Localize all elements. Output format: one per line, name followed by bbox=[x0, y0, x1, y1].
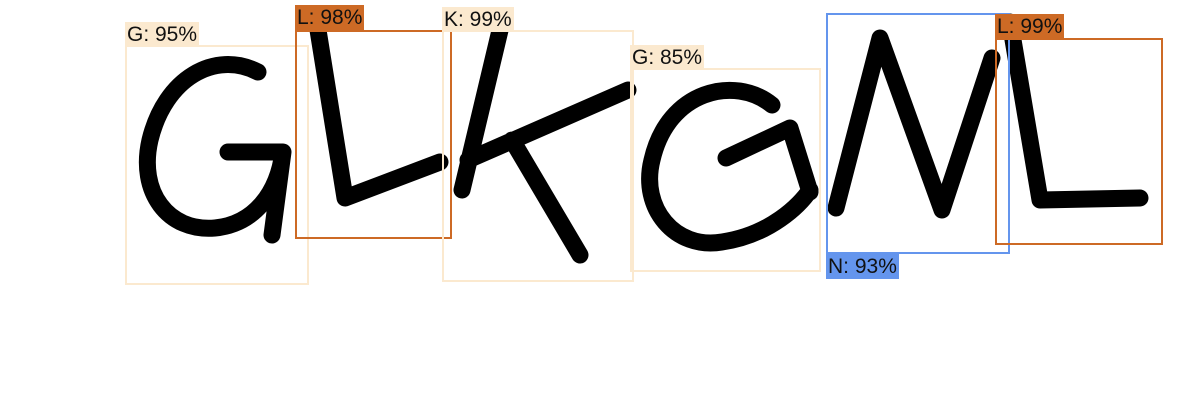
detection-box-6 bbox=[995, 38, 1163, 245]
detection-scene: G: 95% L: 98% K: 99% G: 85% N: 93% L: 99% bbox=[0, 0, 1200, 420]
detection-label-1: G: 95% bbox=[125, 22, 200, 47]
detection-box-3 bbox=[442, 30, 634, 282]
detection-box-4 bbox=[630, 68, 821, 272]
detection-label-4: G: 85% bbox=[630, 45, 705, 70]
detection-box-1 bbox=[125, 45, 309, 285]
detection-box-5 bbox=[826, 13, 1010, 254]
detection-label-2: L: 98% bbox=[295, 5, 365, 30]
detection-label-3: K: 99% bbox=[442, 7, 514, 32]
detection-label-5: N: 93% bbox=[826, 254, 899, 279]
detection-label-6: L: 99% bbox=[995, 14, 1065, 39]
detection-box-2 bbox=[295, 30, 452, 239]
